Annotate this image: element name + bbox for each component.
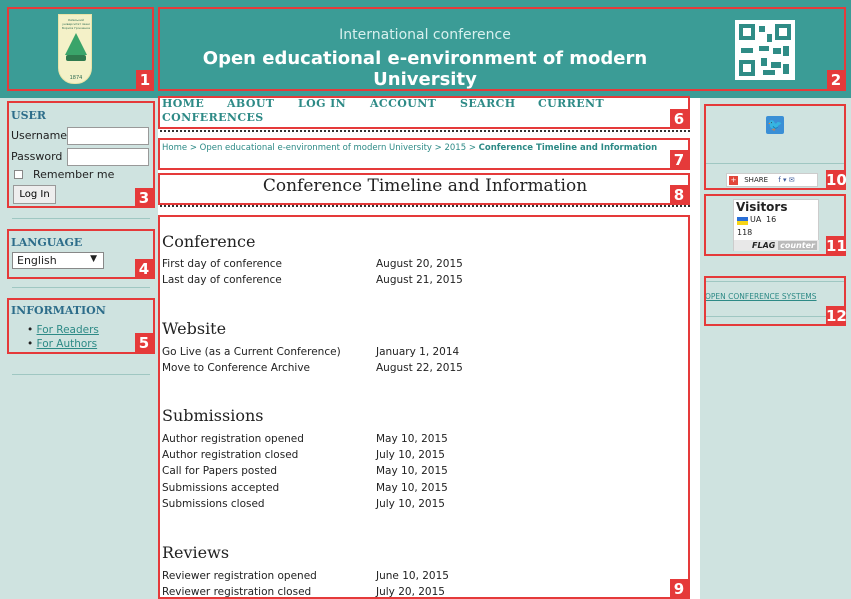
annotation-label-12: 12 — [826, 306, 847, 326]
annotation-label-4: 4 — [135, 259, 153, 279]
annotation-box-8 — [158, 173, 690, 205]
sidebar-divider — [12, 374, 150, 375]
annotation-box-7 — [158, 138, 690, 170]
annotation-label-11: 11 — [826, 236, 847, 256]
sidebar-divider — [12, 218, 150, 219]
annotation-label-10: 10 — [826, 170, 847, 190]
annotation-box-11 — [704, 194, 846, 256]
annotation-box-4 — [7, 229, 155, 279]
annotation-box-9 — [158, 215, 690, 599]
annotation-label-7: 7 — [670, 150, 688, 170]
annotation-box-10 — [704, 104, 846, 190]
annotation-label-1: 1 — [136, 70, 154, 90]
title-divider — [160, 205, 690, 207]
annotation-box-3 — [7, 101, 155, 208]
annotation-box-2 — [158, 7, 846, 91]
annotation-label-3: 3 — [135, 188, 153, 208]
nav-divider — [160, 130, 690, 132]
annotation-label-5: 5 — [135, 333, 153, 353]
sidebar-divider — [12, 287, 150, 288]
annotation-box-6 — [158, 96, 690, 129]
annotation-label-8: 8 — [670, 185, 688, 205]
annotation-box-12 — [704, 276, 846, 326]
annotation-label-6: 6 — [670, 109, 688, 129]
annotation-box-1 — [7, 7, 154, 91]
annotation-box-5 — [7, 298, 155, 354]
annotation-label-2: 2 — [827, 70, 845, 90]
annotation-label-9: 9 — [670, 579, 688, 599]
